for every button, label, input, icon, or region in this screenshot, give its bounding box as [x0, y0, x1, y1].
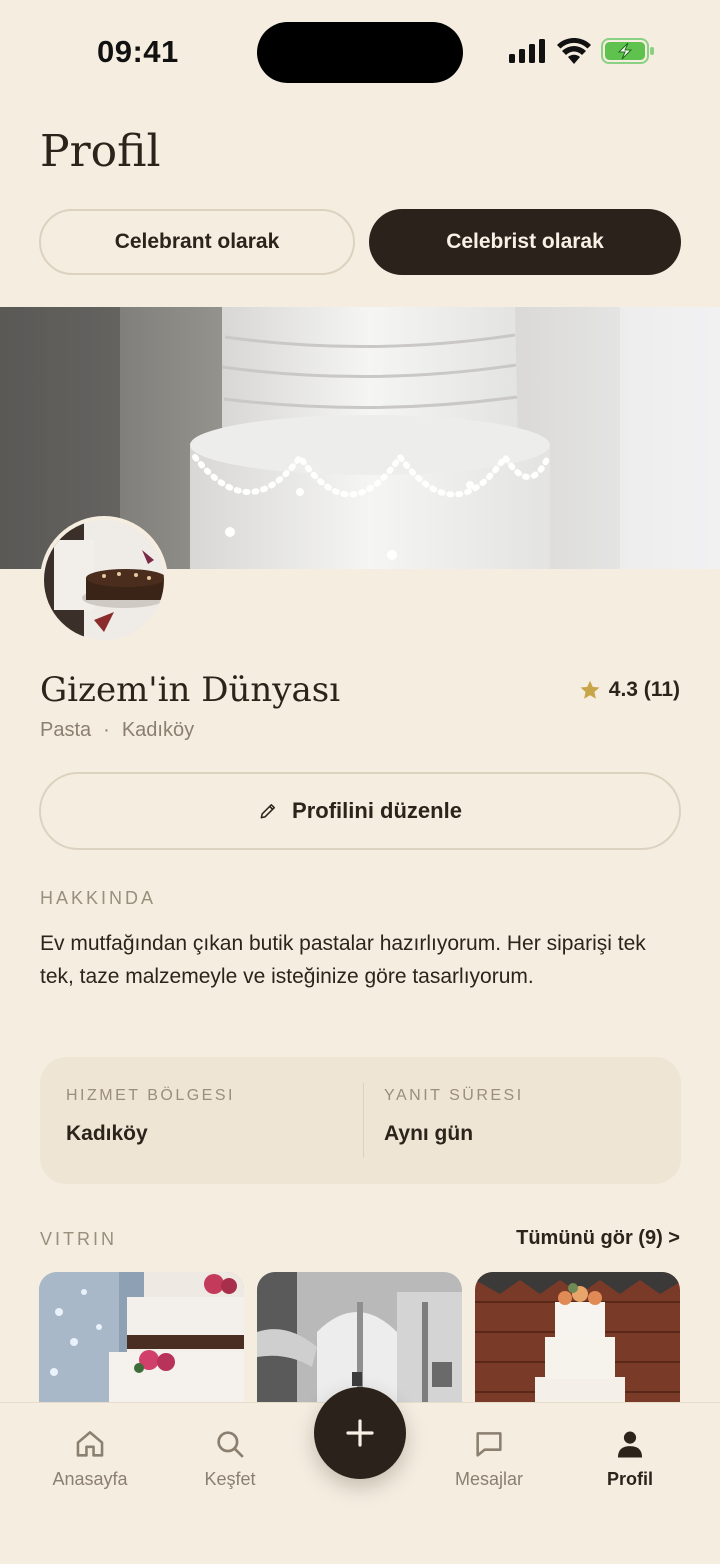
signal-icon	[509, 39, 545, 63]
profile-meta: Pasta · Kadıköy	[40, 719, 194, 742]
service-area-label: HIZMET BÖLGESI	[66, 1087, 235, 1104]
rating-value: 4.3 (11)	[608, 678, 680, 701]
category-label: Pasta	[40, 719, 92, 741]
location-label: Kadıköy	[121, 719, 195, 741]
tab-profile-label: Profil	[606, 1469, 653, 1489]
edit-profile-button[interactable]: Profilini düzenle	[39, 772, 681, 850]
wifi-icon	[557, 38, 591, 64]
service-area-value: Kadıköy	[66, 1122, 148, 1145]
info-card: HIZMET BÖLGESI Kadıköy YANIT SÜRESI Aynı…	[40, 1057, 681, 1184]
showcase-heading: VITRIN	[40, 1229, 118, 1249]
rating: 4.3 (11)	[579, 678, 680, 702]
response-time-value: Aynı gün	[384, 1122, 474, 1145]
status-bar: 09:41	[0, 0, 720, 110]
add-button[interactable]	[314, 1387, 406, 1479]
avatar[interactable]	[40, 516, 168, 644]
pencil-icon	[260, 804, 276, 819]
tab-explore[interactable]: Keşfet	[160, 1427, 300, 1490]
tab-messages[interactable]: Mesajlar	[419, 1427, 559, 1490]
about-text: Ev mutfağından çıkan butik pastalar hazı…	[40, 932, 646, 988]
tab-home[interactable]: Anasayfa	[20, 1427, 160, 1490]
page-title: Profil	[40, 126, 161, 177]
status-time: 09:41	[97, 34, 179, 69]
plus-icon	[346, 1419, 374, 1447]
star-icon	[580, 680, 600, 699]
status-icons	[509, 38, 655, 64]
edit-profile-label: Profilini düzenle	[292, 798, 462, 823]
battery-icon	[601, 38, 654, 64]
dynamic-island	[257, 22, 463, 83]
see-all-link[interactable]: Tümünü gör (9) >	[516, 1227, 680, 1250]
tab-explore-label: Keşfet	[204, 1469, 256, 1489]
user-icon	[617, 1431, 643, 1458]
service-area: HIZMET BÖLGESI Kadıköy	[40, 1057, 363, 1184]
message-icon	[476, 1432, 502, 1457]
home-icon	[76, 1431, 104, 1457]
about-heading: HAKKINDA	[40, 888, 157, 908]
celebrant-tab-button[interactable]: Celebrant olarak	[39, 209, 355, 275]
search-icon	[217, 1431, 244, 1458]
tab-profile[interactable]: Profil	[560, 1427, 700, 1490]
response-time: YANIT SÜRESI Aynı gün	[363, 1057, 681, 1184]
celebrist-tab-button[interactable]: Celebrist olarak	[369, 209, 681, 275]
meta-separator: ·	[103, 719, 110, 741]
profile-name: Gizem'in Dünyası	[40, 670, 341, 710]
role-segmented-control: Celebrant olarak Celebrist olarak	[39, 209, 681, 275]
tab-messages-label: Mesajlar	[454, 1469, 524, 1489]
response-time-label: YANIT SÜRESI	[384, 1087, 524, 1104]
tab-home-label: Anasayfa	[52, 1469, 128, 1489]
